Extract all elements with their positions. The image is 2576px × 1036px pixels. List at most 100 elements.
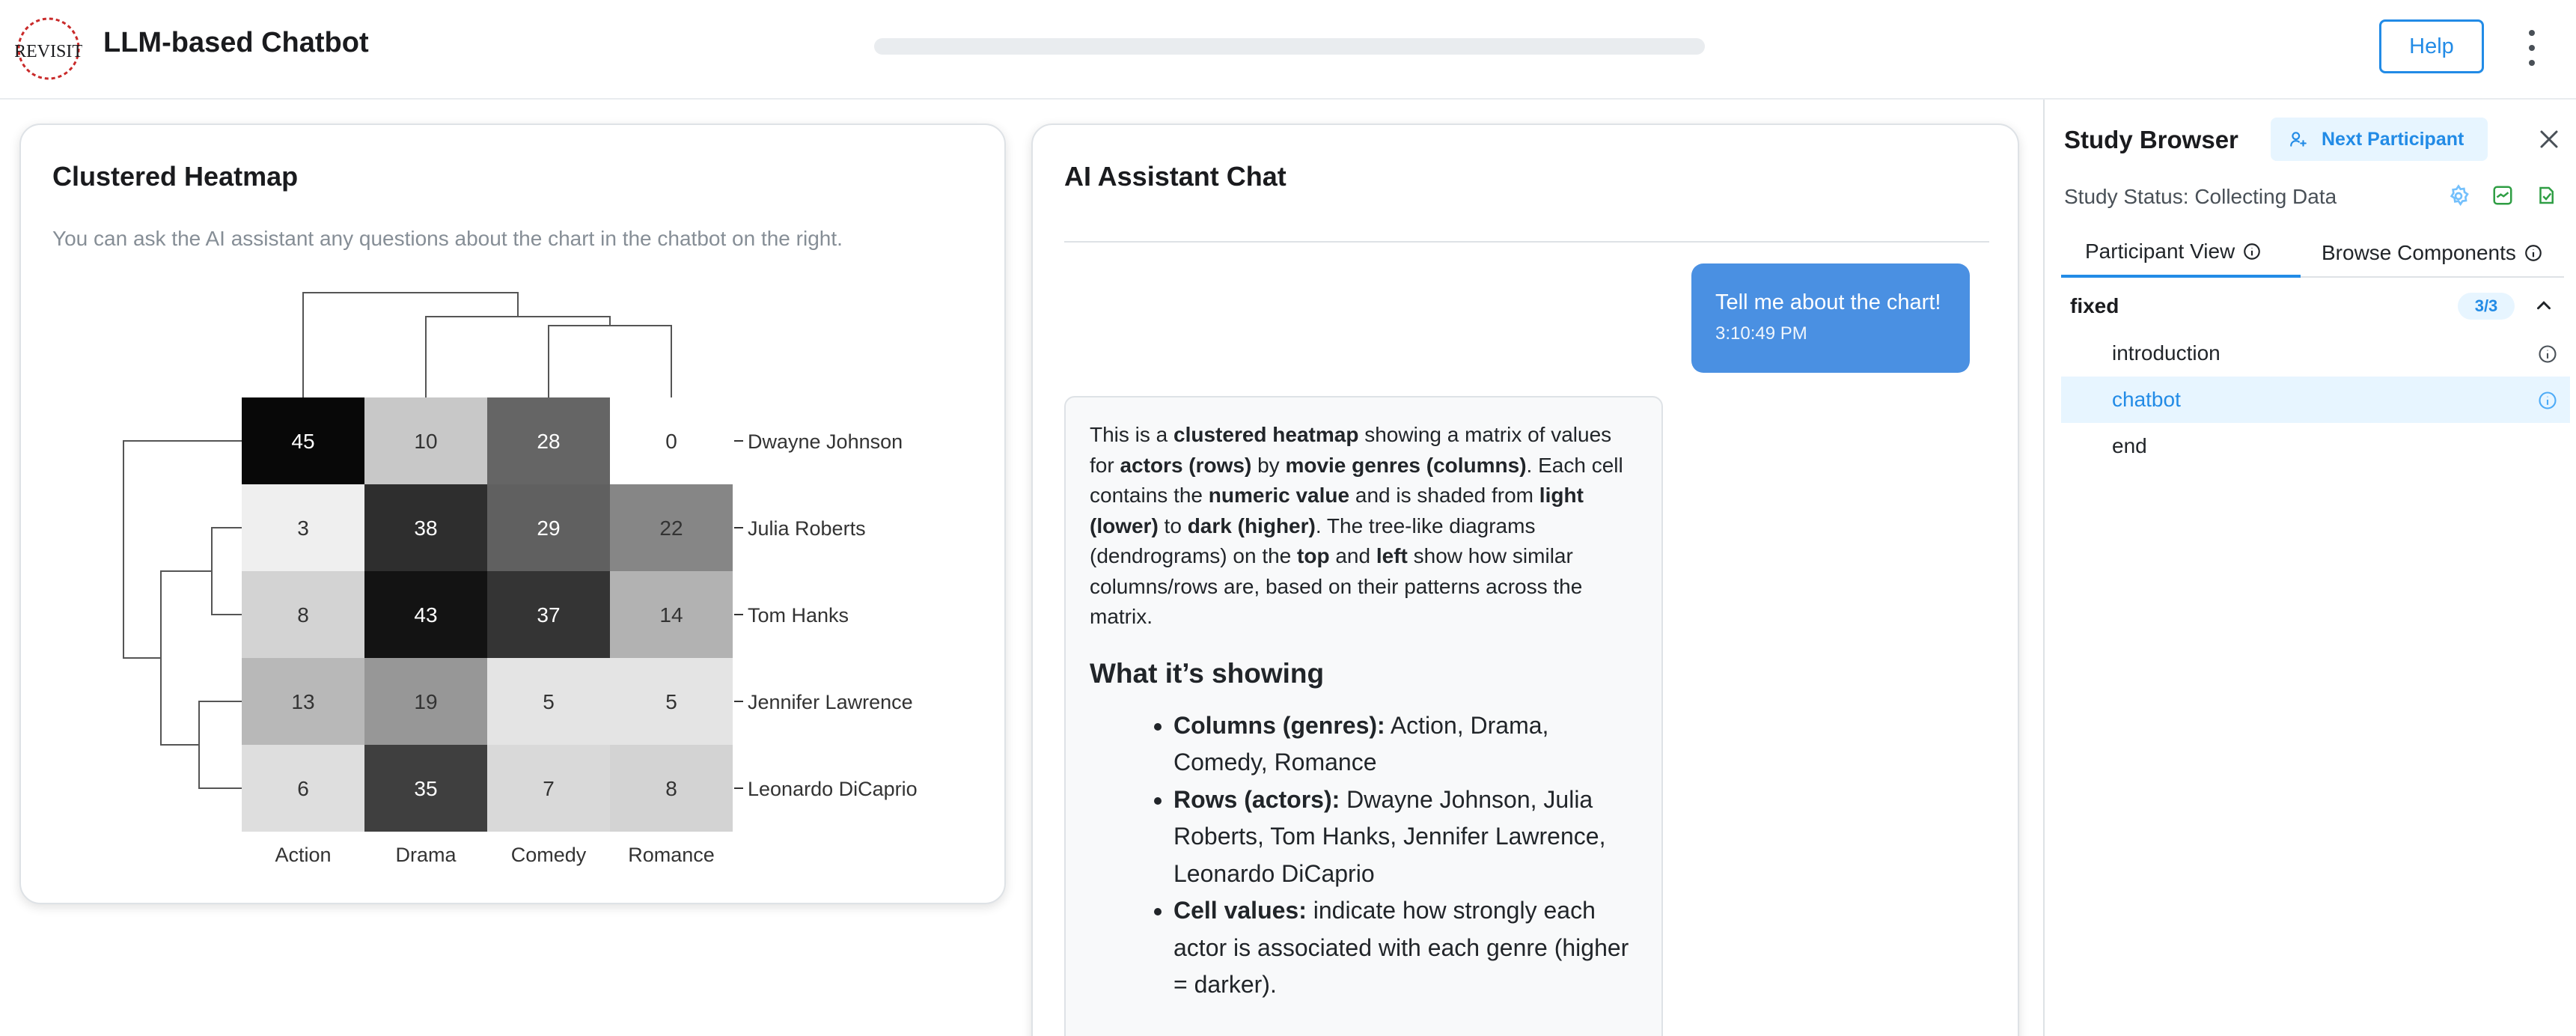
clustered-heatmap-chart: 45 10 28 0 3 38 29 22 8 43 37 14 13 19 5 5 6 35 7 8 Dwayne J… [123, 292, 918, 866]
heatmap-cell-value: 8 [297, 603, 309, 627]
intro-bold-run: clustered heatmap [1173, 423, 1359, 446]
tab-browse-components[interactable]: Browse Components [2316, 228, 2563, 278]
heatmap-cell-value: 6 [297, 777, 309, 800]
heatmap-cell-value: 38 [414, 517, 437, 540]
heatmap-cell-value: 3 [297, 517, 309, 540]
dendrogram-branch [198, 701, 242, 789]
tab-participant-view[interactable]: Participant View [2061, 228, 2301, 278]
settings-icon[interactable] [2447, 184, 2470, 208]
user-message-time: 3:10:49 PM [1715, 323, 1807, 344]
assistant-message-heading: What it’s showing [1090, 657, 1325, 689]
row-label: Dwayne Johnson [748, 430, 903, 453]
bullet-label: Columns (genres): [1173, 711, 1385, 739]
revisit-logo: REVISIT [15, 17, 82, 80]
bullet-label: Rows (actors): [1173, 785, 1340, 813]
column-label: Romance [628, 844, 715, 866]
sequence-count-badge: 3/3 [2458, 293, 2515, 320]
assistant-bullet-item: Columns (genres): Action, Drama, Comedy,… [1173, 707, 1638, 781]
intro-bold-run: numeric value [1208, 484, 1350, 507]
user-message-bubble: Tell me about the chart! 3:10:49 PM [1691, 263, 1970, 373]
study-status: Study Status: Collecting Data [2064, 185, 2337, 208]
info-icon [2242, 242, 2262, 261]
heatmap-cell-value: 45 [291, 430, 314, 453]
intro-text-run: and is shaded from [1349, 484, 1539, 507]
database-icon[interactable] [2535, 184, 2557, 207]
info-icon [2524, 243, 2543, 263]
chat-card-title: AI Assistant Chat [1064, 161, 1287, 192]
intro-text-run: This is a [1090, 423, 1174, 446]
tab-browse-components-label: Browse Components [2322, 241, 2516, 264]
assistant-bullet-item: Rows (actors): Dwayne Johnson, Julia Rob… [1173, 781, 1638, 893]
chat-divider [1064, 241, 1989, 243]
info-icon [2539, 345, 2557, 363]
component-label: introduction [2112, 341, 2221, 365]
dendrogram-branch [425, 316, 611, 397]
dendrogram-branch [548, 325, 672, 397]
heatmap-cell-value: 5 [665, 690, 677, 713]
dendrogram-branch [160, 570, 212, 746]
study-status-actions [2447, 184, 2557, 208]
intro-bold-run: actors (rows) [1120, 453, 1252, 477]
row-label: Julia Roberts [748, 517, 866, 540]
bullet-label: Cell values: [1173, 897, 1307, 924]
sequence-name: fixed [2070, 294, 2119, 317]
heatmap-cell-value: 35 [414, 777, 437, 800]
info-icon [2539, 391, 2557, 409]
intro-text-run: to [1158, 514, 1188, 537]
next-participant-label: Next Participant [2322, 128, 2464, 150]
assistant-message-list: Columns (genres): Action, Drama, Comedy,… [1090, 707, 1638, 1004]
component-label: chatbot [2112, 388, 2181, 411]
sequence-block-header[interactable]: fixed 3/3 [2061, 285, 2564, 327]
logo-text: REVISIT [15, 42, 82, 61]
heatmap-cell-value: 43 [414, 603, 437, 627]
column-label: Drama [395, 844, 457, 866]
tab-participant-view-label: Participant View [2085, 240, 2235, 263]
user-message-text: Tell me about the chart! [1715, 290, 1941, 314]
heatmap-cell-value: 8 [665, 777, 677, 800]
component-end[interactable]: end [2061, 423, 2570, 469]
row-label: Leonardo DiCaprio [748, 778, 918, 800]
app-header: REVISIT LLM-based Chatbot Help [0, 0, 2576, 100]
heatmap-card: Clustered Heatmap You can ask the AI ass… [19, 124, 1006, 904]
close-icon[interactable] [2536, 126, 2563, 153]
help-button[interactable]: Help [2379, 19, 2484, 73]
heatmap-cell-value: 22 [659, 517, 683, 540]
intro-text-run: and [1329, 544, 1376, 567]
chat-card: AI Assistant Chat Tell me about the char… [1031, 124, 2019, 1036]
intro-bold-run: top [1297, 544, 1330, 567]
column-label: Comedy [511, 844, 587, 866]
assistant-message-intro: This is a clustered heatmap showing a ma… [1090, 420, 1638, 633]
intro-bold-run: movie genres (columns) [1285, 453, 1527, 477]
heatmap-cell-value: 29 [537, 517, 560, 540]
user-plus-icon [2289, 130, 2308, 149]
app-title: LLM-based Chatbot [103, 27, 369, 58]
study-browser-panel: Study Browser Next Participant Study Sta… [2043, 100, 2576, 1036]
study-browser-title: Study Browser [2064, 126, 2238, 153]
component-introduction[interactable]: introduction [2061, 330, 2570, 377]
assistant-message-bubble: This is a clustered heatmap showing a ma… [1064, 396, 1663, 1036]
next-participant-button[interactable]: Next Participant [2271, 118, 2488, 161]
heatmap-cell-value: 28 [537, 430, 560, 453]
intro-bold-run: left [1376, 544, 1408, 567]
assistant-bullet-item: Cell values: indicate how strongly each … [1173, 892, 1638, 1004]
column-label: Action [275, 844, 331, 866]
analytics-icon[interactable] [2491, 184, 2514, 207]
heatmap-cell-value: 37 [537, 603, 560, 627]
dendrogram-branch [302, 292, 519, 397]
study-browser-tabs: Participant View Browse Components [2061, 228, 2564, 278]
heatmap-cell-value: 5 [543, 690, 555, 713]
heatmap-cell-value: 13 [291, 690, 314, 713]
row-label: Tom Hanks [748, 604, 849, 627]
row-label: Jennifer Lawrence [748, 691, 913, 713]
heatmap-cell-value: 10 [414, 430, 437, 453]
dendrogram-branch [123, 440, 242, 659]
heatmap-cell-value: 0 [665, 430, 677, 453]
heatmap-cell-value: 19 [414, 690, 437, 713]
study-progress-bar [874, 38, 1705, 55]
intro-bold-run: dark (higher) [1187, 514, 1316, 537]
more-menu-icon[interactable] [2521, 25, 2543, 70]
heatmap-cell-value: 14 [659, 603, 683, 627]
component-chatbot[interactable]: chatbot [2061, 377, 2570, 423]
intro-text-run: by [1251, 453, 1286, 477]
chevron-up-icon[interactable] [2533, 294, 2555, 317]
